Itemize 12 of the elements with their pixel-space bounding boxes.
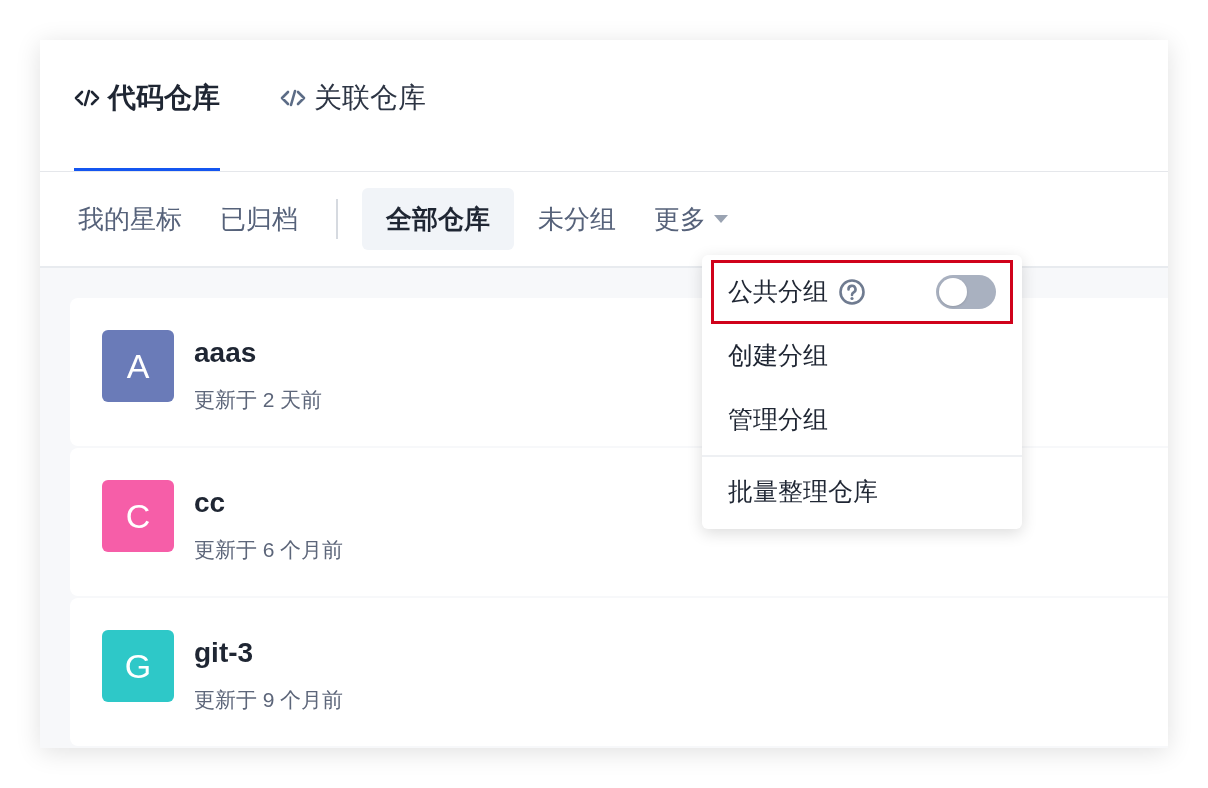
- repo-name: cc: [194, 486, 227, 520]
- menu-label: 创建分组: [728, 340, 828, 372]
- avatar: C: [102, 480, 174, 552]
- repo-name: aaas: [194, 336, 258, 370]
- menu-label: 批量整理仓库: [728, 476, 878, 508]
- updated-time: 更新于 2 天前: [194, 387, 323, 413]
- avatar: A: [102, 330, 174, 402]
- updated-time: 更新于 6 个月前: [194, 537, 344, 563]
- menu-label: 管理分组: [728, 404, 828, 436]
- avatar: G: [102, 630, 174, 702]
- updated-time: 更新于 9 个月前: [194, 687, 344, 713]
- repo-name: git-3: [194, 636, 255, 670]
